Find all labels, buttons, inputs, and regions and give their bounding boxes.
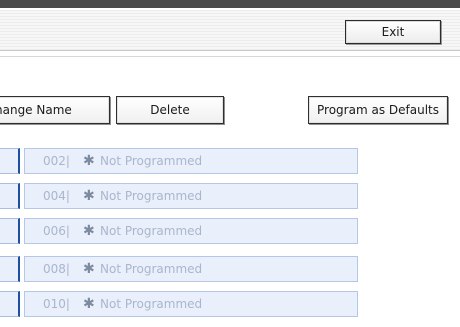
list-row: 002| ✱ Not Programmed xyxy=(0,148,460,174)
asterisk-icon: ✱ xyxy=(83,223,95,239)
slot-label: Not Programmed xyxy=(100,297,203,311)
slot-number: 008| xyxy=(43,262,70,276)
slot-number: 004| xyxy=(43,189,70,203)
asterisk-icon: ✱ xyxy=(83,296,95,312)
slot-number: 006| xyxy=(43,224,70,238)
delete-button[interactable]: Delete xyxy=(116,96,224,124)
program-slot-left[interactable] xyxy=(0,218,20,244)
slot-label: Not Programmed xyxy=(100,189,203,203)
slot-number: 002| xyxy=(43,154,70,168)
slot-label: Not Programmed xyxy=(100,154,203,168)
divider xyxy=(0,56,460,57)
slot-label: Not Programmed xyxy=(100,262,203,276)
program-slot[interactable]: 010| ✱ Not Programmed xyxy=(24,291,358,317)
slot-number: 010| xyxy=(43,297,70,311)
list-row: 006| ✱ Not Programmed xyxy=(0,218,460,244)
list-row: 010| ✱ Not Programmed xyxy=(0,291,460,317)
program-slot-left[interactable] xyxy=(0,291,20,317)
program-slot[interactable]: 002| ✱ Not Programmed xyxy=(24,148,358,174)
asterisk-icon: ✱ xyxy=(83,261,95,277)
list-row: 008| ✱ Not Programmed xyxy=(0,256,460,282)
program-as-defaults-button[interactable]: Program as Defaults xyxy=(308,96,448,124)
list-row: 004| ✱ Not Programmed xyxy=(0,183,460,209)
program-slot[interactable]: 004| ✱ Not Programmed xyxy=(24,183,358,209)
title-bar xyxy=(0,0,460,8)
program-slot-left[interactable] xyxy=(0,183,20,209)
change-name-button[interactable]: hange Name xyxy=(0,96,110,124)
exit-button[interactable]: Exit xyxy=(345,20,441,44)
program-slot[interactable]: 006| ✱ Not Programmed xyxy=(24,218,358,244)
program-slot-left[interactable] xyxy=(0,148,20,174)
asterisk-icon: ✱ xyxy=(83,188,95,204)
asterisk-icon: ✱ xyxy=(83,153,95,169)
program-slot-left[interactable] xyxy=(0,256,20,282)
slot-label: Not Programmed xyxy=(100,224,203,238)
program-slot[interactable]: 008| ✱ Not Programmed xyxy=(24,256,358,282)
